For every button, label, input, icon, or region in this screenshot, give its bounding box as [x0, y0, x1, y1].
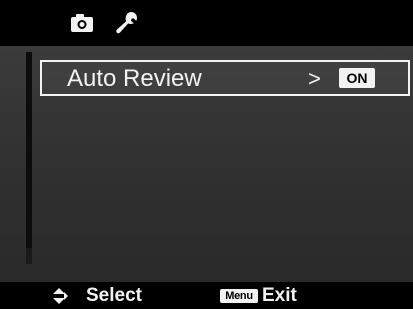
menu-item-auto-review[interactable]: Auto Review > ON [40, 60, 410, 96]
hint-bar: Select Menu Exit [0, 282, 413, 309]
tab-camera[interactable] [60, 0, 104, 46]
tab-settings[interactable] [104, 0, 150, 46]
wrench-icon [116, 12, 137, 34]
scrollbar[interactable] [26, 52, 32, 264]
scrollbar-thumb[interactable] [26, 52, 32, 248]
exit-hint-label: Exit [262, 285, 297, 306]
submenu-arrow-icon: > [308, 66, 321, 91]
select-hint-label: Select [86, 285, 142, 306]
menu-key-icon: Menu [220, 289, 258, 303]
auto-review-value-badge: ON [339, 68, 375, 88]
menu-item-label: Auto Review [67, 65, 202, 92]
camera-settings-screen: Auto Review > ON Select Menu Exit [0, 0, 413, 309]
up-down-arrows-icon [53, 288, 68, 304]
camera-icon [71, 14, 93, 32]
tab-bar [0, 0, 413, 46]
